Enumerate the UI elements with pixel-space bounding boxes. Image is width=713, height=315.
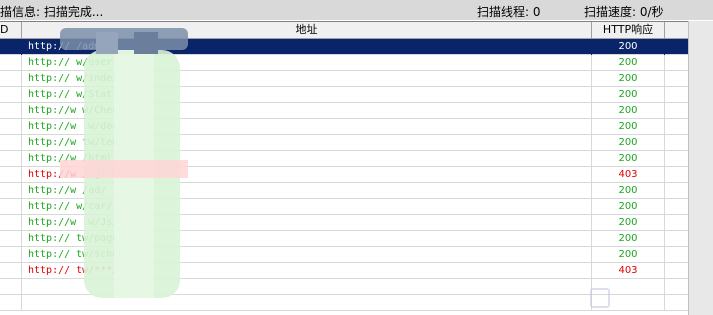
- row-http-cell: 200: [592, 103, 665, 119]
- table-row[interactable]: http:// w/Stats/200: [0, 87, 688, 103]
- table-row[interactable]: http://w /cgi-bin/403: [0, 167, 688, 183]
- status-bar: 描信息: 扫描完成... 扫描线程: 0 扫描速度: 0/秒: [0, 0, 713, 20]
- table-row[interactable]: http:// tw/***/403: [0, 263, 688, 279]
- row-http-cell: 200: [592, 119, 665, 135]
- row-id-cell: [0, 135, 22, 151]
- row-address-cell: http://w .w/docs/: [22, 119, 592, 135]
- row-address-cell: http:// /admin/: [22, 39, 592, 55]
- row-id-cell: [0, 263, 22, 279]
- row-http-cell: 200: [592, 87, 665, 103]
- row-id-cell: [0, 167, 22, 183]
- row-address-cell: http://w .w/Js/: [22, 215, 592, 231]
- table-row[interactable]: http://w .w/docs/200: [0, 119, 688, 135]
- row-address-cell: http://w w/Check/: [22, 103, 592, 119]
- row-http-cell: 200: [592, 247, 665, 263]
- row-address-cell: http:// tw/pages/: [22, 231, 592, 247]
- empty-cell: [22, 295, 592, 311]
- row-http-cell: 200: [592, 183, 665, 199]
- row-address-cell: http:// w/Stats/: [22, 87, 592, 103]
- row-http-cell: 403: [592, 167, 665, 183]
- table-header: D 地址 HTTP响应: [0, 22, 688, 39]
- table-row[interactable]: http://w /html/200: [0, 151, 688, 167]
- row-id-cell: [0, 71, 22, 87]
- row-address-cell: http:// tw/school/: [22, 247, 592, 263]
- row-id-cell: [0, 151, 22, 167]
- table-row[interactable]: http:// w/index.htm 200: [0, 71, 688, 87]
- row-http-cell: 200: [592, 151, 665, 167]
- column-header-address[interactable]: 地址: [22, 22, 592, 38]
- row-http-cell: 200: [592, 135, 665, 151]
- row-http-cell: 200: [592, 199, 665, 215]
- scan-speed: 扫描速度: 0/秒: [584, 5, 664, 19]
- column-header-blank: [665, 22, 688, 38]
- vertical-scrollbar[interactable]: [688, 21, 713, 315]
- row-id-cell: [0, 215, 22, 231]
- table-row[interactable]: http://w /ad/200: [0, 183, 688, 199]
- table-row[interactable]: http://w w/Check/200: [0, 103, 688, 119]
- row-http-cell: 200: [592, 231, 665, 247]
- row-address-cell: http:// w/car/: [22, 199, 592, 215]
- table-row[interactable]: http:// w/users/200: [0, 55, 688, 71]
- row-address-cell: http:// tw/***/: [22, 263, 592, 279]
- scan-thread-count: 扫描线程: 0: [477, 5, 541, 19]
- row-id-cell: [0, 231, 22, 247]
- table-row[interactable]: http:// tw/pages/200: [0, 231, 688, 247]
- row-id-cell: [0, 247, 22, 263]
- table-row[interactable]: http:// w/car/200: [0, 199, 688, 215]
- table-row-empty: [0, 279, 688, 295]
- table-body: http:// /admin/200 http:// w/users/200 htt…: [0, 39, 688, 311]
- watermark-logo: [590, 288, 708, 312]
- scan-status-info: 描信息: 扫描完成...: [0, 5, 104, 19]
- row-id-cell: [0, 103, 22, 119]
- row-http-cell: 200: [592, 39, 665, 55]
- row-http-cell: 200: [592, 55, 665, 71]
- table-row[interactable]: http://w .w/Js/200: [0, 215, 688, 231]
- row-id-cell: [0, 87, 22, 103]
- results-table: D 地址 HTTP响应 http:// /admin/200 http:// w/…: [0, 21, 688, 315]
- column-header-http[interactable]: HTTP响应: [592, 22, 665, 38]
- row-id-cell: [0, 183, 22, 199]
- row-http-cell: 403: [592, 263, 665, 279]
- row-address-cell: http://w /cgi-bin/: [22, 167, 592, 183]
- row-address-cell: http:// w/index.htm: [22, 71, 592, 87]
- table-row[interactable]: http://w tw/temp/200: [0, 135, 688, 151]
- row-address-cell: http://w tw/temp/: [22, 135, 592, 151]
- table-row[interactable]: http:// tw/school/200: [0, 247, 688, 263]
- scanner-window: 描信息: 扫描完成... 扫描线程: 0 扫描速度: 0/秒 D 地址 HTTP…: [0, 0, 713, 315]
- row-id-cell: [0, 199, 22, 215]
- row-id-cell: [0, 119, 22, 135]
- empty-cell: [0, 295, 22, 311]
- row-id-cell: [0, 55, 22, 71]
- column-header-id[interactable]: D: [0, 22, 22, 38]
- row-address-cell: http:// w/users/: [22, 55, 592, 71]
- row-address-cell: http://w /html/: [22, 151, 592, 167]
- table-row-empty: [0, 295, 688, 311]
- row-address-cell: http://w /ad/: [22, 183, 592, 199]
- row-http-cell: 200: [592, 215, 665, 231]
- empty-cell: [0, 279, 22, 295]
- watermark-icon: [590, 288, 610, 308]
- row-http-cell: 200: [592, 71, 665, 87]
- table-row[interactable]: http:// /admin/200: [0, 39, 688, 55]
- row-id-cell: [0, 39, 22, 55]
- empty-cell: [22, 279, 592, 295]
